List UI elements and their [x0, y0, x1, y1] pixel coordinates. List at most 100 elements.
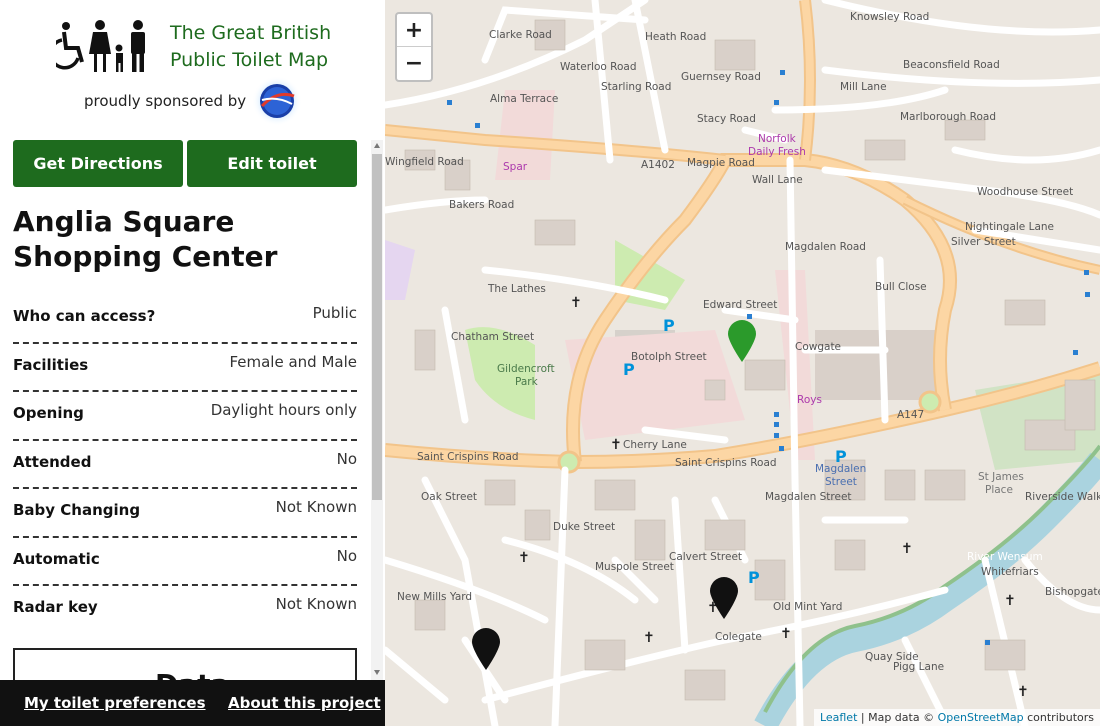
map-label: Marlborough Road	[900, 111, 996, 123]
scrollbar-thumb[interactable]	[372, 154, 382, 500]
map-label: Chatham Street	[451, 331, 534, 343]
scroll-up-icon[interactable]	[374, 143, 380, 148]
map-label: St James	[978, 471, 1024, 483]
svg-text:P: P	[663, 316, 675, 335]
svg-text:✝: ✝	[610, 437, 622, 453]
map-label: Botolph Street	[631, 351, 707, 363]
svg-text:✝: ✝	[518, 550, 530, 566]
data-heading: Data	[155, 668, 229, 680]
property-value: No	[336, 449, 357, 468]
get-directions-button[interactable]: Get Directions	[13, 140, 183, 187]
map-label: Knowsley Road	[850, 11, 929, 23]
map-label: Riverside Walk	[1025, 491, 1100, 503]
header: The Great British Public Toilet Map prou…	[0, 0, 385, 140]
svg-text:✝: ✝	[570, 295, 582, 311]
map-label: Saint Crispins Road	[675, 457, 777, 469]
map-label: Roys	[797, 394, 822, 406]
property-label: Who can access?	[13, 307, 156, 325]
map-label: Park	[515, 376, 539, 388]
map-label: Place	[985, 484, 1013, 496]
property-row-automatic: Automatic No	[13, 538, 357, 586]
footer-bar: My toilet preferences About this project	[0, 680, 385, 726]
map-label: Spar	[503, 161, 528, 173]
map-tiles[interactable]: Clarke Road Knowsley Road Beaconsfield R…	[385, 0, 1100, 726]
domestos-logo[interactable]	[252, 76, 303, 126]
map-label: A1402	[641, 159, 675, 171]
map-label: Mill Lane	[840, 81, 887, 93]
map-label: Calvert Street	[669, 551, 742, 563]
map-label: Daily Fresh	[748, 146, 806, 158]
sponsor-text: proudly sponsored by	[84, 92, 247, 110]
site-title-line2: Public Toilet Map	[170, 49, 329, 71]
map-label: Starling Road	[601, 81, 671, 93]
sidebar-scrollbar[interactable]	[371, 140, 383, 680]
property-row-radar-key: Radar key Not Known	[13, 586, 357, 635]
property-label: Radar key	[13, 598, 98, 616]
property-value: Not Known	[275, 498, 357, 516]
map-label: Woodhouse Street	[977, 186, 1073, 198]
zoom-in-button[interactable]: +	[397, 14, 431, 47]
zoom-control: + −	[395, 12, 433, 82]
site-title-line1: The Great British	[170, 22, 332, 44]
map-label: Bull Close	[875, 281, 927, 293]
map-label: The Lathes	[487, 283, 546, 295]
map-label: Muspole Street	[595, 561, 674, 573]
map-label: Nightingale Lane	[965, 221, 1054, 233]
osm-link[interactable]: OpenStreetMap	[938, 711, 1024, 724]
map-label: Wingfield Road	[385, 156, 464, 168]
data-section: Data	[13, 648, 357, 680]
sidebar: The Great British Public Toilet Map prou…	[0, 0, 385, 726]
map-label: Saint Crispins Road	[417, 451, 519, 463]
svg-text:✝: ✝	[1017, 684, 1029, 700]
svg-text:✝: ✝	[901, 541, 913, 557]
map-label: Magdalen Street	[765, 491, 852, 503]
map-label: Bishopgate	[1045, 586, 1100, 598]
map-label: Colegate	[715, 631, 762, 643]
map-label: Edward Street	[703, 299, 777, 311]
map-label: Beaconsfield Road	[903, 59, 1000, 71]
svg-text:✝: ✝	[643, 630, 655, 646]
scroll-down-icon[interactable]	[374, 670, 380, 675]
map-label: A147	[897, 409, 924, 421]
map-label: Pigg Lane	[893, 661, 944, 673]
map[interactable]: Clarke Road Knowsley Road Beaconsfield R…	[385, 0, 1100, 726]
map-label: Whitefriars	[981, 566, 1039, 578]
property-label: Baby Changing	[13, 501, 141, 519]
toilet-details-panel[interactable]: Get Directions Edit toilet Anglia Square…	[0, 140, 370, 680]
map-label: Oak Street	[421, 491, 477, 503]
edit-toilet-button[interactable]: Edit toilet	[187, 140, 357, 187]
map-label: New Mills Yard	[397, 591, 472, 603]
map-label: River Wensum	[967, 551, 1043, 563]
map-label: Norfolk	[758, 133, 797, 145]
toilet-properties: Who can access? Public Facilities Female…	[13, 295, 357, 635]
toilet-preferences-link[interactable]: My toilet preferences	[24, 694, 206, 712]
map-label: Cowgate	[795, 341, 841, 353]
map-label: Waterloo Road	[560, 61, 637, 73]
map-label: Guernsey Road	[681, 71, 761, 83]
map-label: Wall Lane	[752, 174, 803, 186]
toilet-name: Anglia Square Shopping Center	[13, 205, 278, 273]
map-label: Magdalen Road	[785, 241, 866, 253]
map-label: Stacy Road	[697, 113, 756, 125]
property-value: Not Known	[275, 595, 357, 613]
site-title[interactable]: The Great British Public Toilet Map	[170, 20, 331, 74]
sponsor-row: proudly sponsored by	[84, 76, 303, 126]
property-row-baby-changing: Baby Changing Not Known	[13, 489, 357, 538]
property-value: No	[336, 546, 357, 565]
map-label: Gildencroft	[497, 363, 555, 375]
svg-text:P: P	[835, 447, 847, 466]
map-label: Clarke Road	[489, 29, 552, 41]
zoom-out-button[interactable]: −	[397, 47, 431, 79]
map-label: Duke Street	[553, 521, 615, 533]
leaflet-link[interactable]: Leaflet	[820, 711, 857, 724]
map-label: Street	[825, 476, 857, 488]
toilet-people-icon	[56, 20, 145, 72]
svg-text:P: P	[748, 568, 760, 587]
property-label: Automatic	[13, 549, 100, 568]
property-row-facilities: Facilities Female and Male	[13, 344, 357, 392]
property-label: Facilities	[13, 355, 89, 374]
map-label: Alma Terrace	[490, 93, 558, 105]
attribution-separator: | Map data ©	[857, 711, 938, 724]
about-project-link[interactable]: About this project	[228, 694, 381, 712]
property-label: Opening	[13, 404, 84, 422]
